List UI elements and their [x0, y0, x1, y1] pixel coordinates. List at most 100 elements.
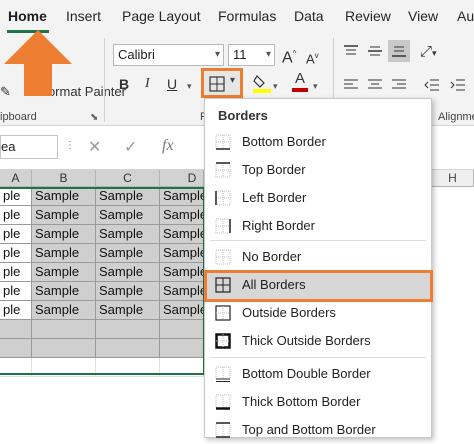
borders-button[interactable]: ▾ [201, 68, 243, 98]
grid-cell[interactable]: Sample [96, 301, 160, 320]
italic-button[interactable]: I [145, 74, 150, 94]
fill-color-button[interactable] [253, 72, 271, 94]
bottom-align-icon [392, 46, 406, 57]
grid-cell[interactable]: Sample [32, 225, 96, 244]
grid-cell[interactable]: Sample [32, 282, 96, 301]
menu-item-right-border[interactable]: Right Border [205, 212, 431, 240]
tab-automate[interactable]: Au [457, 8, 474, 24]
underline-dropdown-icon[interactable]: ▾ [187, 76, 192, 96]
grid-cell[interactable] [160, 339, 204, 358]
grid-cell[interactable]: Sample [96, 244, 160, 263]
tab-home[interactable]: Home [8, 8, 47, 24]
tab-insert[interactable]: Insert [66, 8, 101, 24]
grid-cell[interactable]: ple [0, 206, 32, 225]
font-color-dropdown-icon[interactable]: ▾ [313, 76, 318, 96]
grid-cell[interactable]: Sample [96, 206, 160, 225]
grid-cell[interactable]: ple [0, 187, 32, 206]
font-color-button[interactable]: A [292, 70, 308, 92]
bottom-align-button[interactable] [388, 40, 410, 62]
menu-item-label: All Borders [242, 277, 306, 292]
top-align-icon[interactable] [343, 44, 359, 58]
grid-cell[interactable]: ple [0, 282, 32, 301]
menu-item-top-bottom-border[interactable]: Top and Bottom Border [205, 416, 431, 444]
grid-cell[interactable]: Sample [160, 206, 204, 225]
tab-view[interactable]: View [408, 8, 438, 24]
grid-cell[interactable] [0, 339, 32, 358]
grid-cell[interactable]: Sample [160, 301, 204, 320]
orientation-button[interactable]: ⤢▾ [420, 42, 437, 63]
increase-indent-icon[interactable] [450, 78, 466, 92]
grid-cell[interactable]: Sample [96, 263, 160, 282]
menu-item-left-border[interactable]: Left Border [205, 184, 431, 212]
column-header-a[interactable]: A [0, 170, 32, 187]
tab-data[interactable]: Data [294, 8, 324, 24]
grid-cell[interactable] [0, 320, 32, 339]
grid-cell[interactable]: Sample [32, 244, 96, 263]
grid-cell[interactable] [32, 320, 96, 339]
tab-review[interactable]: Review [345, 8, 391, 24]
grid-cell[interactable] [96, 339, 160, 358]
tab-formulas[interactable]: Formulas [218, 8, 276, 24]
decrease-indent-icon[interactable] [424, 78, 440, 92]
increase-font-size-button[interactable]: A^ [282, 44, 296, 68]
column-header-h[interactable]: H [432, 170, 474, 187]
align-center-icon[interactable] [367, 78, 383, 92]
menu-item-all-borders[interactable]: All Borders [205, 271, 431, 299]
name-box-dropdown-icon[interactable]: ⋮ [65, 140, 75, 151]
grid-cell[interactable]: ple [0, 301, 32, 320]
clipboard-launcher-icon[interactable]: ⬊ [90, 108, 98, 128]
grid-cell[interactable]: Sample [32, 187, 96, 206]
grid-cell[interactable] [32, 339, 96, 358]
underline-button[interactable]: U [167, 74, 177, 94]
grid-cell[interactable]: Sample [160, 282, 204, 301]
menu-item-thick-bottom-border[interactable]: Thick Bottom Border [205, 388, 431, 416]
grid-cell[interactable]: ple [0, 263, 32, 282]
grid-cell[interactable]: Sample [160, 263, 204, 282]
all-borders-icon [209, 76, 225, 92]
menu-item-outside-borders[interactable]: Outside Borders [205, 299, 431, 327]
grid-cell[interactable]: Sample [160, 225, 204, 244]
align-left-icon[interactable] [343, 78, 359, 92]
font-size-value: 11 [233, 47, 247, 62]
grid-cell[interactable]: ple [0, 244, 32, 263]
insert-function-icon[interactable]: fx [162, 137, 174, 155]
left-border-icon [215, 190, 231, 206]
grid-cell[interactable]: Sample [32, 263, 96, 282]
tab-page-layout[interactable]: Page Layout [122, 8, 201, 24]
grid-cell[interactable]: Sample [160, 244, 204, 263]
grid-cell[interactable] [96, 320, 160, 339]
chevron-down-icon: ▾ [265, 49, 271, 60]
menu-item-bottom-double-border[interactable]: Bottom Double Border [205, 360, 431, 388]
grid-cell[interactable] [160, 320, 204, 339]
font-size-select[interactable]: 11 ▾ [228, 44, 275, 66]
align-right-icon[interactable] [391, 78, 407, 92]
grid-cell[interactable]: ple [0, 225, 32, 244]
menu-item-thick-outside-borders[interactable]: Thick Outside Borders [205, 327, 431, 355]
grid-cell[interactable] [96, 358, 160, 377]
grid-cell[interactable]: Sample [96, 282, 160, 301]
grid-cell[interactable]: Sample [160, 187, 204, 206]
cancel-icon[interactable]: ✕ [88, 137, 101, 157]
grid-cell[interactable] [0, 358, 32, 377]
grid-cell[interactable]: Sample [32, 301, 96, 320]
menu-item-top-border[interactable]: Top Border [205, 156, 431, 184]
grid-cell[interactable]: Sample [96, 225, 160, 244]
column-header-c[interactable]: C [96, 170, 160, 187]
column-header-d[interactable]: D [160, 170, 204, 187]
right-border-icon [215, 218, 231, 234]
column-header-b[interactable]: B [32, 170, 96, 187]
alignment-group-label: Alignme [438, 111, 474, 123]
grid-cell[interactable] [160, 358, 204, 377]
middle-align-icon[interactable] [367, 44, 383, 58]
enter-icon[interactable]: ✓ [124, 137, 137, 157]
grid-cell[interactable] [32, 358, 96, 377]
menu-item-bottom-border[interactable]: Bottom Border [205, 128, 431, 156]
bold-button[interactable]: B [119, 74, 129, 94]
font-name-select[interactable]: Calibri ▾ [113, 44, 224, 66]
grid-cell[interactable]: Sample [96, 187, 160, 206]
decrease-font-size-button[interactable]: Av [306, 46, 319, 69]
grid-cell[interactable]: Sample [32, 206, 96, 225]
name-box[interactable]: ea [0, 135, 58, 159]
fill-color-dropdown-icon[interactable]: ▾ [273, 76, 278, 96]
menu-item-no-border[interactable]: No Border [205, 243, 431, 271]
